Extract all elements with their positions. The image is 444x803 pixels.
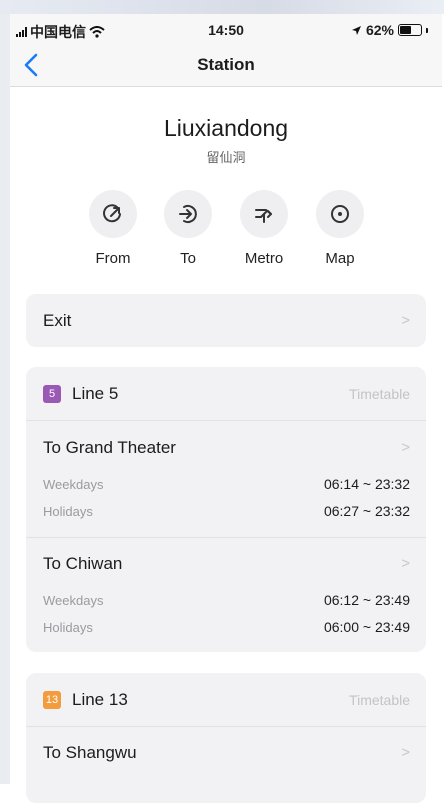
schedule-label: Holidays	[43, 620, 93, 635]
map-button[interactable]: Map	[302, 190, 378, 267]
metro-icon	[240, 190, 288, 238]
exit-label: Exit	[43, 311, 72, 330]
battery-cap	[426, 27, 428, 33]
schedule-label: Weekdays	[43, 477, 104, 492]
schedule-time: 06:00 ~ 23:49	[323, 619, 410, 635]
station-actions: From To Metro Map	[80, 190, 380, 270]
divider	[26, 726, 426, 727]
route-to-icon	[164, 190, 212, 238]
background-top-edge	[0, 0, 444, 14]
schedule-time: 06:27 ~ 23:32	[323, 503, 410, 519]
from-button[interactable]: From	[75, 190, 151, 267]
line-name: Line 13	[72, 690, 128, 709]
to-label: To	[180, 250, 196, 267]
nav-bar: Station	[10, 46, 442, 87]
battery-icon	[398, 24, 422, 36]
station-name-chinese: 留仙洞	[206, 150, 246, 165]
page-title: Station	[197, 55, 255, 74]
exit-row[interactable]: Exit >	[26, 294, 426, 347]
station-name: Liuxiandong	[163, 115, 289, 141]
metro-label: Metro	[244, 250, 284, 267]
chevron-right-icon: >	[401, 312, 410, 329]
background-edge	[0, 0, 10, 784]
to-button[interactable]: To	[150, 190, 226, 267]
line-badge: 5	[43, 385, 61, 403]
direction-title[interactable]: To Shangwu	[43, 743, 137, 763]
line-name: Line 5	[72, 384, 119, 403]
timetable-link[interactable]: Timetable	[349, 692, 410, 708]
divider	[26, 537, 426, 538]
chevron-right-icon: >	[401, 744, 410, 761]
battery-percent: 62%	[365, 22, 394, 38]
timetable-link[interactable]: Timetable	[349, 386, 410, 402]
status-right: 62%	[351, 22, 428, 38]
direction-title[interactable]: To Chiwan	[43, 554, 122, 574]
chevron-right-icon: >	[401, 555, 410, 572]
line-card-5: 5 Line 5 Timetable To Grand Theater > We…	[26, 367, 426, 652]
schedule-time: 06:12 ~ 23:49	[323, 592, 410, 608]
direction-title[interactable]: To Grand Theater	[43, 438, 176, 458]
route-from-icon	[89, 190, 137, 238]
map-pin-icon	[316, 190, 364, 238]
map-label: Map	[325, 250, 355, 267]
divider	[26, 420, 426, 421]
line-badge: 13	[43, 691, 61, 709]
from-label: From	[95, 250, 131, 267]
schedule-time: 06:14 ~ 23:32	[323, 476, 410, 492]
location-arrow-icon	[351, 25, 361, 35]
metro-button[interactable]: Metro	[226, 190, 302, 267]
status-bar: 中国电信 14:50 62%	[10, 14, 442, 46]
chevron-right-icon: >	[401, 439, 410, 456]
schedule-label: Weekdays	[43, 593, 104, 608]
schedule-label: Holidays	[43, 504, 93, 519]
